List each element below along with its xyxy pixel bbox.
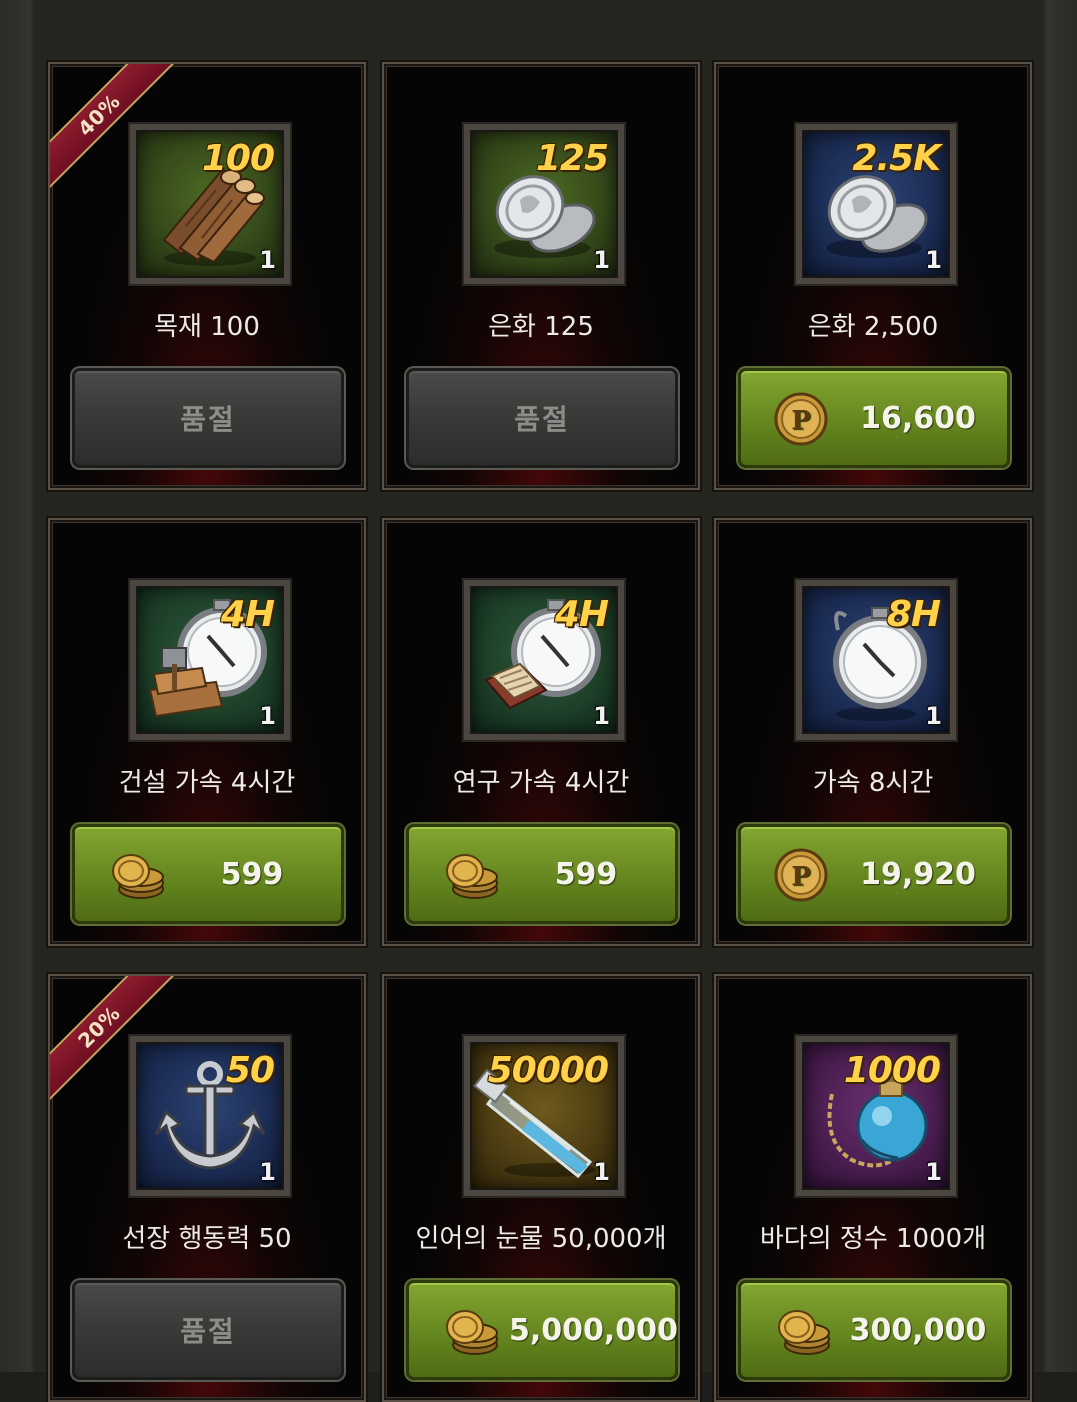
item-quantity: 1 [593,246,610,274]
item-name: 인어의 눈물 50,000개 [415,1224,667,1254]
sold-out-label: 품절 [180,1315,236,1348]
item-icon-frame[interactable]: 8H 1 [796,580,956,740]
discount-ribbon: 40% [50,64,188,202]
item-name: 은화 2,500 [807,312,939,342]
buy-button[interactable]: P 19,920 [738,824,1010,924]
price-label: 16,600 [860,401,976,436]
item-name: 선장 행동력 50 [122,1224,292,1254]
discount-ribbon: 20% [50,976,188,1114]
price-label: 599 [220,857,284,892]
buy-button[interactable]: P 16,600 [738,368,1010,468]
item-amount: 4H [554,594,609,635]
buy-button[interactable]: 300,000 [738,1280,1010,1380]
item-quantity: 1 [259,1158,276,1186]
shop-item-card: 1000 1 바다의 정수 1000개 300,000 [714,974,1032,1402]
item-amount: 8H [886,594,941,635]
item-name: 바다의 정수 1000개 [759,1224,987,1254]
item-icon-frame[interactable]: 1000 1 [796,1036,956,1196]
sold-out-button[interactable]: 품절 [72,368,344,468]
price-label: 300,000 [849,1313,987,1348]
discount-label: 40% [50,64,179,195]
svg-text:P: P [791,862,811,892]
item-amount: 50 [225,1050,275,1091]
item-amount: 2.5K [852,138,941,179]
sold-out-button[interactable]: 품절 [406,368,678,468]
buy-button[interactable]: 599 [406,824,678,924]
item-name: 목재 100 [154,312,260,342]
item-amount: 50000 [487,1050,609,1091]
shop-item-card: 8H 1 가속 8시간 P 19,920 [714,518,1032,946]
item-name: 가속 8시간 [812,768,934,798]
item-quantity: 1 [259,246,276,274]
item-quantity: 1 [593,702,610,730]
item-icon-frame[interactable]: 50000 1 [464,1036,624,1196]
item-amount: 4H [220,594,275,635]
sold-out-button[interactable]: 품절 [72,1280,344,1380]
shop-item-card: 2.5K 1 은화 2,500 P 16,600 [714,62,1032,490]
price-label: 599 [554,857,618,892]
shop-item-card: 20% 50 1 선장 행동력 50 품절 [48,974,366,1402]
shop-item-card: 125 1 은화 125 품절 [382,62,700,490]
item-icon-frame[interactable]: 2.5K 1 [796,124,956,284]
shop-item-card: 4H 1 건설 가속 4시간 599 [48,518,366,946]
item-amount: 125 [535,138,609,179]
item-quantity: 1 [925,702,942,730]
shop-item-card: 50000 1 인어의 눈물 50,000개 5,000,000 [382,974,700,1402]
sold-out-label: 품절 [180,403,236,436]
svg-text:P: P [791,406,811,436]
item-icon-frame[interactable]: 4H 1 [464,580,624,740]
item-quantity: 1 [925,246,942,274]
price-label: 19,920 [860,857,976,892]
item-name: 건설 가속 4시간 [118,768,296,798]
buy-button[interactable]: 599 [72,824,344,924]
item-amount: 100 [201,138,275,179]
item-name: 연구 가속 4시간 [452,768,630,798]
discount-label: 20% [50,976,179,1107]
item-quantity: 1 [925,1158,942,1186]
item-amount: 1000 [843,1050,941,1091]
item-icon-frame[interactable]: 125 1 [464,124,624,284]
item-icon-frame[interactable]: 4H 1 [130,580,290,740]
shop-item-card: 40% 100 1 목재 100 품절 [48,62,366,490]
price-label: 5,000,000 [509,1313,678,1348]
item-quantity: 1 [593,1158,610,1186]
shop-item-card: 4H 1 연구 가속 4시간 599 [382,518,700,946]
buy-button[interactable]: 5,000,000 [406,1280,678,1380]
sold-out-label: 품절 [514,403,570,436]
item-quantity: 1 [259,702,276,730]
item-name: 은화 125 [488,312,594,342]
